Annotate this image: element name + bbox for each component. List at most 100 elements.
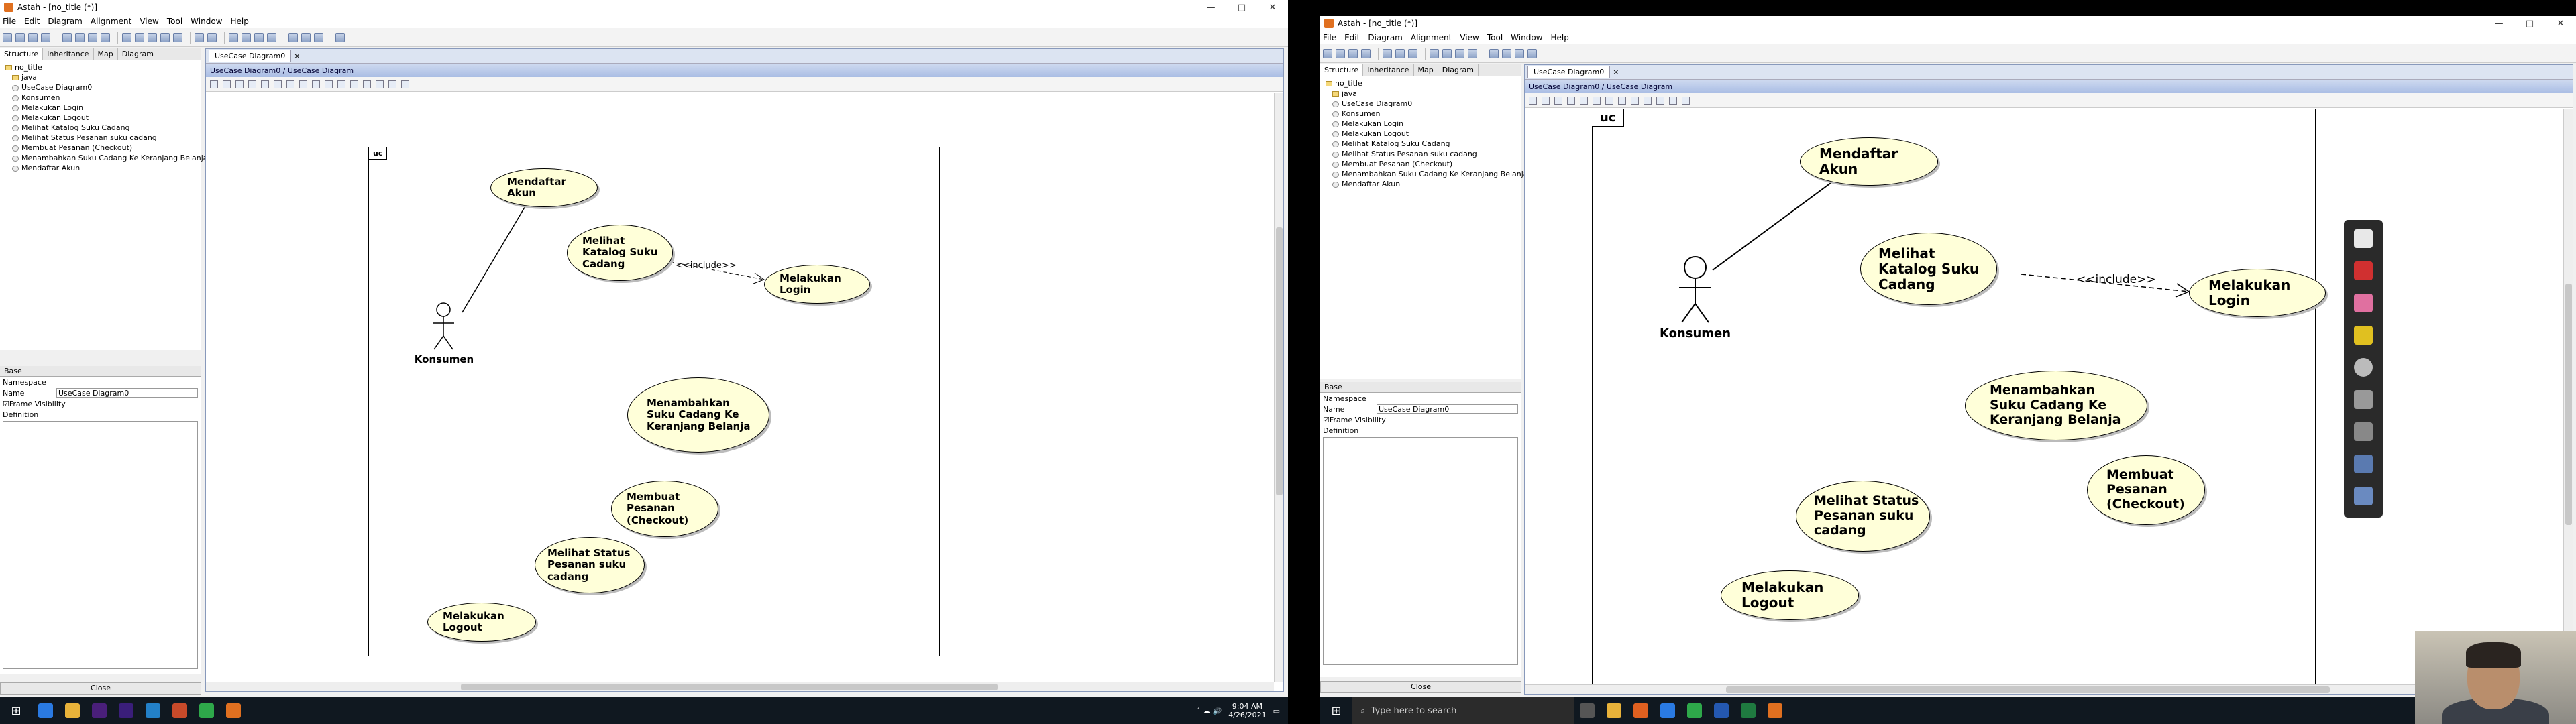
redo-icon[interactable] — [1442, 48, 1452, 58]
tree-item[interactable]: Melakukan Login — [5, 103, 195, 113]
usecase-melihat-katalog[interactable]: Melihat Katalog Suku Cadang — [567, 225, 673, 281]
select-tool-icon[interactable] — [1529, 96, 1537, 105]
close-button[interactable]: ✕ — [2545, 19, 2576, 29]
premiere-icon[interactable] — [92, 703, 107, 718]
note-tool-icon[interactable] — [1631, 96, 1639, 105]
chrome-icon[interactable] — [199, 703, 214, 718]
paste-icon[interactable] — [1408, 48, 1417, 58]
tree-item[interactable]: java — [5, 72, 195, 82]
app-icon[interactable] — [172, 703, 187, 718]
laser-pointer-icon[interactable] — [2354, 390, 2373, 409]
definition-textarea[interactable] — [1323, 437, 1518, 665]
tree-item[interactable]: Melihat Status Pesanan suku cadang — [1326, 149, 1515, 159]
usecase-menambahkan-keranjang[interactable]: Menambahkan Suku Cadang Ke Keranjang Bel… — [1965, 371, 2147, 440]
tree-item[interactable]: Melakukan Login — [1326, 119, 1515, 129]
tree-item[interactable]: Menambahkan Suku Cadang Ke Keranjang Bel… — [5, 153, 208, 163]
minimize-button[interactable]: — — [2483, 19, 2514, 29]
undo-icon[interactable] — [122, 32, 131, 42]
zoom-out-icon[interactable] — [160, 32, 170, 42]
tree-item[interactable]: no_title — [5, 62, 195, 72]
tab-diagram[interactable]: Diagram — [1438, 64, 1479, 76]
menu-window[interactable]: Window — [191, 17, 222, 26]
usecase-menambahkan-keranjang[interactable]: Menambahkan Suku Cadang Ke Keranjang Bel… — [627, 377, 769, 452]
menu-tool[interactable]: Tool — [167, 17, 182, 26]
usecase-tool-icon[interactable] — [235, 80, 244, 88]
usecase-mendaftar-akun[interactable]: Mendaftar Akun — [490, 168, 598, 207]
menu-tool[interactable]: Tool — [1487, 33, 1503, 42]
file-explorer-icon[interactable] — [65, 703, 80, 718]
save-icon[interactable] — [1348, 48, 1358, 58]
close-tab-icon[interactable]: × — [1613, 68, 1619, 76]
save-icon[interactable] — [28, 32, 38, 42]
generalization-tool-icon[interactable] — [286, 80, 294, 88]
menu-diagram[interactable]: Diagram — [1368, 33, 1403, 42]
start-windows-icon[interactable]: ⊞ — [1320, 697, 1352, 724]
menu-help[interactable]: Help — [230, 17, 248, 26]
astah-taskbar-icon[interactable] — [1768, 703, 1782, 718]
tree-item[interactable]: Membuat Pesanan (Checkout) — [5, 143, 195, 153]
start-windows-icon[interactable]: ⊞ — [0, 697, 32, 724]
tree-item[interactable]: UseCase Diagram0 — [1326, 99, 1515, 109]
cursor-icon[interactable] — [2354, 358, 2373, 377]
association-tool-icon[interactable] — [248, 80, 256, 88]
menu-alignment[interactable]: Alignment — [91, 17, 131, 26]
tab-inheritance[interactable]: Inheritance — [1363, 64, 1414, 76]
menu-file[interactable]: File — [3, 17, 16, 26]
minimize-button[interactable]: — — [1195, 3, 1226, 13]
delete-icon[interactable] — [101, 32, 110, 42]
tree-item[interactable]: Mendaftar Akun — [5, 163, 195, 173]
open-file-icon[interactable] — [15, 32, 25, 42]
usecase-mendaftar-akun[interactable]: Mendaftar Akun — [1800, 137, 1938, 186]
frame-visibility-checkbox[interactable]: ☑ — [1323, 416, 1330, 424]
dependency-tool-icon[interactable] — [299, 80, 307, 88]
tree-item[interactable]: Konsumen — [5, 93, 195, 103]
pen-tool-icon[interactable] — [1682, 96, 1690, 105]
close-button[interactable]: ✕ — [1257, 3, 1288, 13]
line-color-icon[interactable] — [1527, 48, 1537, 58]
zoom-in-icon[interactable] — [148, 32, 157, 42]
tab-structure[interactable]: Structure — [0, 48, 44, 60]
whiteboard-icon[interactable] — [2354, 229, 2373, 248]
line-color-icon[interactable] — [301, 32, 311, 42]
edge-browser-icon[interactable] — [38, 703, 53, 718]
tab-map[interactable]: Map — [1414, 64, 1438, 76]
copy-icon[interactable] — [1395, 48, 1405, 58]
usecase-melihat-katalog[interactable]: Melihat Katalog Suku Cadang — [1860, 233, 1997, 305]
image-tool-icon[interactable] — [388, 80, 396, 88]
usecase-membuat-pesanan[interactable]: Membuat Pesanan (Checkout) — [611, 481, 718, 537]
edge-browser-icon[interactable] — [1660, 703, 1675, 718]
line-tool-icon[interactable] — [376, 80, 384, 88]
horizontal-scrollbar[interactable] — [1525, 684, 2563, 694]
astah-taskbar-icon[interactable] — [226, 703, 241, 718]
usecase-membuat-pesanan[interactable]: Membuat Pesanan (Checkout) — [2087, 455, 2205, 525]
task-view-icon[interactable] — [1580, 703, 1595, 718]
paste-icon[interactable] — [88, 32, 97, 42]
zoom-out-icon[interactable] — [1468, 48, 1477, 58]
close-pane-button[interactable]: Close — [0, 682, 201, 695]
frame-visibility-checkbox[interactable]: ☑ — [3, 400, 9, 408]
tab-map[interactable]: Map — [94, 48, 118, 60]
package-tool-icon[interactable] — [312, 80, 320, 88]
new-file-icon[interactable] — [3, 32, 12, 42]
print-icon[interactable] — [1361, 48, 1371, 58]
screen-icon[interactable] — [2354, 455, 2373, 473]
fill-color-icon[interactable] — [288, 32, 298, 42]
usecase-melakukan-logout[interactable]: Melakukan Logout — [1721, 570, 1859, 620]
vertical-scrollbar[interactable] — [1274, 93, 1283, 682]
tree-item[interactable]: Menambahkan Suku Cadang Ke Keranjang Bel… — [1326, 169, 1528, 179]
tray-icons[interactable]: ˄ ☁ 🔊 — [1197, 707, 1222, 715]
menu-diagram[interactable]: Diagram — [48, 17, 83, 26]
new-file-icon[interactable] — [1323, 48, 1332, 58]
align-center-icon[interactable] — [1502, 48, 1511, 58]
red-pen-icon[interactable] — [2354, 261, 2373, 280]
tab-base[interactable]: Base — [1320, 382, 1521, 393]
extend-tool-icon[interactable] — [1593, 96, 1601, 105]
file-explorer-icon[interactable] — [1607, 703, 1621, 718]
eraser-icon[interactable] — [2354, 294, 2373, 312]
usecase-melihat-status[interactable]: Melihat Status Pesanan suku cadang — [535, 537, 645, 593]
align-center-icon[interactable] — [241, 32, 251, 42]
package-tool-icon[interactable] — [1618, 96, 1626, 105]
tab-diagram[interactable]: Diagram — [118, 48, 158, 60]
clock[interactable]: 9:04 AM 4/26/2021 — [1228, 702, 1266, 719]
menu-view[interactable]: View — [140, 17, 158, 26]
